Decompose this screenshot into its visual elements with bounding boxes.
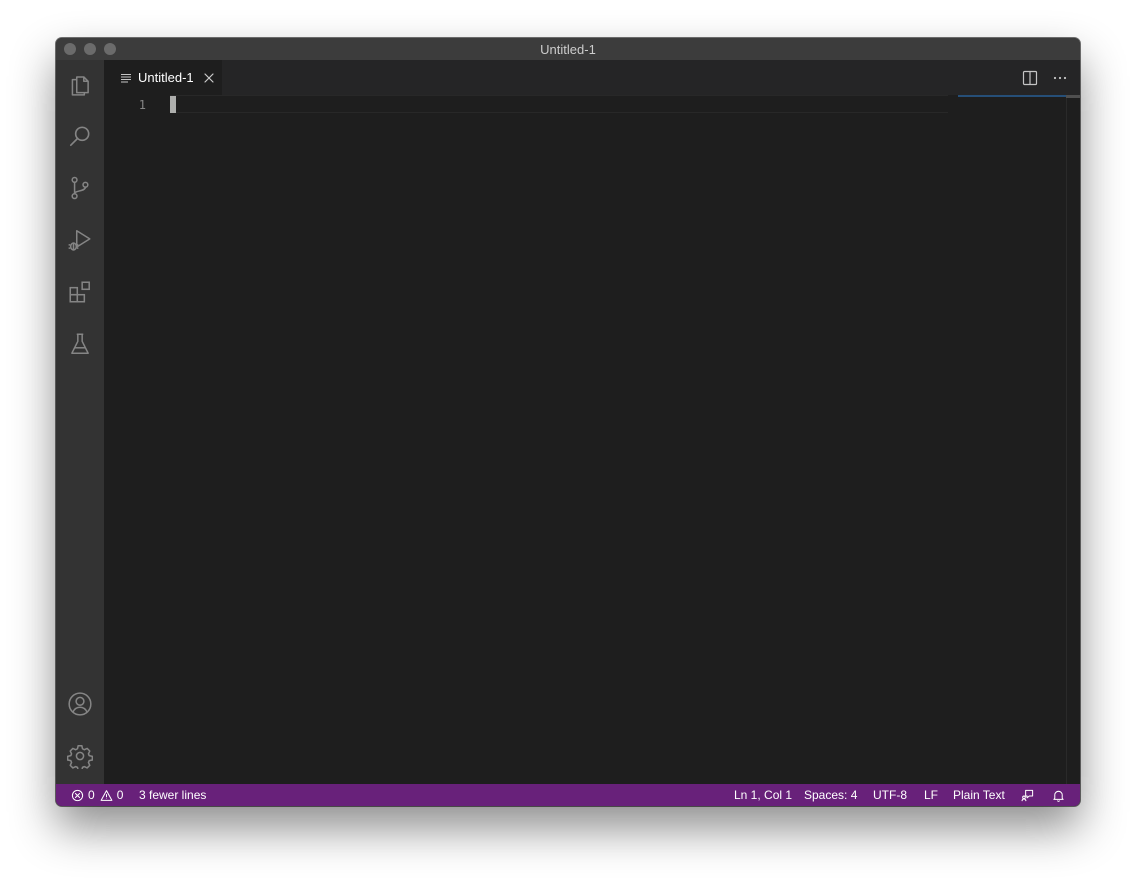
plain-text-file-icon [121,73,131,82]
vertical-scrollbar[interactable] [1066,95,1080,784]
feedback-icon [1021,789,1034,801]
editor-actions [1022,60,1072,95]
activity-manage[interactable] [56,732,104,780]
encoding-setting[interactable]: UTF-8 [873,784,907,806]
activity-search[interactable] [56,112,104,160]
tab-label: Untitled-1 [138,70,194,85]
indentation-setting[interactable]: Spaces: 4 [804,784,857,806]
current-line-highlight [170,95,948,113]
tab-bar: Untitled-1 [104,60,1080,95]
testing-icon [71,333,89,354]
tab-untitled-1[interactable]: Untitled-1 [104,60,222,95]
vscode-window: Untitled-1 Untitled-1 1 0 0 3 fewer line… [56,38,1080,806]
scrollbar-thumb[interactable] [1066,95,1080,98]
warning-count: 0 [116,788,124,802]
search-icon [69,126,90,147]
run-debug-icon [68,230,91,251]
notifications-button[interactable] [1052,784,1065,806]
activity-run-debug[interactable] [56,216,104,264]
feedback-button[interactable] [1021,784,1034,806]
more-actions-icon[interactable] [1052,70,1068,86]
editor-area[interactable]: 1 [104,95,1080,784]
problems-indicator[interactable]: 0 0 [71,784,123,806]
activity-testing[interactable] [56,320,104,368]
activity-explorer[interactable] [56,60,104,108]
status-bar: 0 0 3 fewer lines Ln 1, Col 1 Spaces: 4 … [56,784,1080,806]
line-number: 1 [138,98,146,112]
error-count: 0 [88,788,95,802]
close-window-button[interactable] [64,43,76,55]
close-icon[interactable] [203,72,215,84]
window-controls [64,43,116,55]
split-editor-icon[interactable] [1022,70,1038,86]
activity-bar [56,60,104,784]
activity-extensions[interactable] [56,268,104,316]
accounts-icon [68,692,92,716]
gear-icon [67,744,93,769]
source-control-icon [71,176,89,200]
cursor-position[interactable]: Ln 1, Col 1 [734,784,792,806]
activity-source-control[interactable] [56,164,104,212]
extensions-icon [69,281,90,303]
eol-setting[interactable]: LF [924,784,938,806]
zoom-window-button[interactable] [104,43,116,55]
status-message: 3 fewer lines [139,788,207,802]
bell-icon [1053,790,1064,802]
activity-accounts[interactable] [56,680,104,728]
error-icon [71,789,84,801]
text-cursor [170,96,176,113]
warning-icon [100,789,113,801]
window-title: Untitled-1 [540,41,596,57]
minimap-slider[interactable] [958,95,1070,97]
title-bar: Untitled-1 [56,38,1080,60]
minimize-window-button[interactable] [84,43,96,55]
files-icon [71,76,89,96]
language-mode[interactable]: Plain Text [953,784,1005,806]
